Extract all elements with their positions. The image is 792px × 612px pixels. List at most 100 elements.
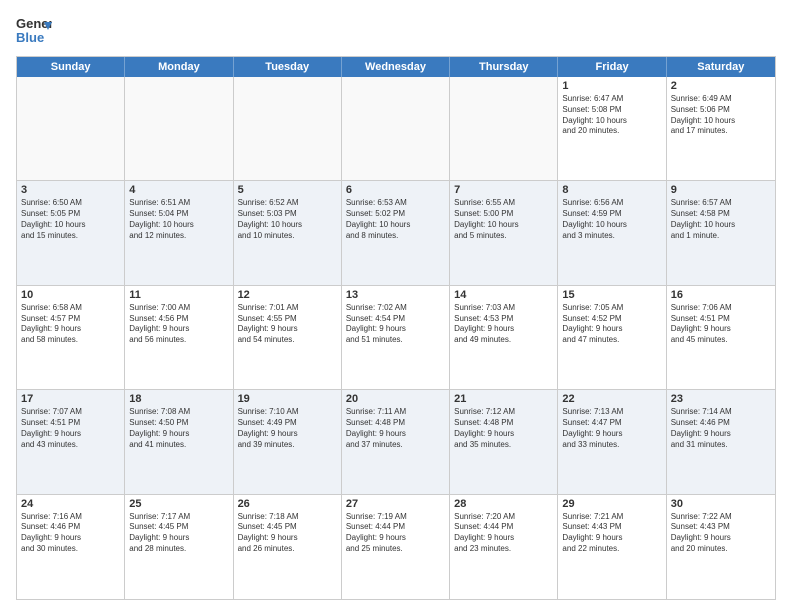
svg-text:Blue: Blue <box>16 30 44 45</box>
day-number: 23 <box>671 393 771 405</box>
day-cell-24: 24 Sunrise: 7:16 AMSunset: 4:46 PMDayligh… <box>17 495 125 599</box>
day-cell-13: 13 Sunrise: 7:02 AMSunset: 4:54 PMDayligh… <box>342 286 450 389</box>
day-cell-9: 9Sunrise: 6:57 AMSunset: 4:58 PMDaylight… <box>667 181 775 284</box>
day-cell-28: 28 Sunrise: 7:20 AMSunset: 4:44 PMDayligh… <box>450 495 558 599</box>
logo-icon: General Blue <box>16 12 52 48</box>
day-number: 13 <box>346 289 445 301</box>
day-number: 24 <box>21 498 120 510</box>
day-number: 22 <box>562 393 661 405</box>
calendar-row-1: 1 Sunrise: 6:47 AMSunset: 5:08 PMDaylight… <box>17 77 775 181</box>
day-info: Sunrise: 7:00 AMSunset: 4:56 PMDaylight:… <box>129 303 228 346</box>
day-cell-10: 10Sunrise: 6:58 AMSunset: 4:57 PMDayligh… <box>17 286 125 389</box>
day-number: 30 <box>671 498 771 510</box>
weekday-header-saturday: Saturday <box>667 57 775 77</box>
day-info: Sunrise: 7:01 AMSunset: 4:55 PMDaylight:… <box>238 303 337 346</box>
day-cell-1: 1 Sunrise: 6:47 AMSunset: 5:08 PMDaylight… <box>558 77 666 180</box>
day-number: 11 <box>129 289 228 301</box>
day-info: Sunrise: 6:55 AMSunset: 5:00 PMDaylight:… <box>454 198 553 241</box>
day-cell-4: 4 Sunrise: 6:51 AMSunset: 5:04 PMDaylight… <box>125 181 233 284</box>
day-info: Sunrise: 7:08 AMSunset: 4:50 PMDaylight:… <box>129 407 228 450</box>
day-cell-18: 18 Sunrise: 7:08 AMSunset: 4:50 PMDayligh… <box>125 390 233 493</box>
day-cell-2: 2Sunrise: 6:49 AMSunset: 5:06 PMDaylight… <box>667 77 775 180</box>
day-number: 8 <box>562 184 661 196</box>
day-cell-15: 15 Sunrise: 7:05 AMSunset: 4:52 PMDayligh… <box>558 286 666 389</box>
calendar-row-4: 17Sunrise: 7:07 AMSunset: 4:51 PMDayligh… <box>17 390 775 494</box>
empty-cell <box>234 77 342 180</box>
day-cell-25: 25Sunrise: 7:17 AMSunset: 4:45 PMDayligh… <box>125 495 233 599</box>
day-number: 14 <box>454 289 553 301</box>
day-cell-29: 29 Sunrise: 7:21 AMSunset: 4:43 PMDayligh… <box>558 495 666 599</box>
day-info: Sunrise: 7:14 AMSunset: 4:46 PMDaylight:… <box>671 407 771 450</box>
day-cell-19: 19 Sunrise: 7:10 AMSunset: 4:49 PMDayligh… <box>234 390 342 493</box>
day-info: Sunrise: 7:21 AMSunset: 4:43 PMDaylight:… <box>562 512 661 555</box>
day-info: Sunrise: 6:53 AMSunset: 5:02 PMDaylight:… <box>346 198 445 241</box>
day-info: Sunrise: 7:12 AMSunset: 4:48 PMDaylight:… <box>454 407 553 450</box>
calendar-header: SundayMondayTuesdayWednesdayThursdayFrid… <box>17 57 775 77</box>
day-number: 18 <box>129 393 228 405</box>
day-cell-11: 11 Sunrise: 7:00 AMSunset: 4:56 PMDayligh… <box>125 286 233 389</box>
day-number: 1 <box>562 80 661 92</box>
calendar-body: 1 Sunrise: 6:47 AMSunset: 5:08 PMDaylight… <box>17 77 775 599</box>
day-info: Sunrise: 6:51 AMSunset: 5:04 PMDaylight:… <box>129 198 228 241</box>
day-cell-12: 12Sunrise: 7:01 AMSunset: 4:55 PMDayligh… <box>234 286 342 389</box>
day-number: 29 <box>562 498 661 510</box>
day-info: Sunrise: 7:07 AMSunset: 4:51 PMDaylight:… <box>21 407 120 450</box>
day-info: Sunrise: 7:22 AMSunset: 4:43 PMDaylight:… <box>671 512 771 555</box>
day-cell-22: 22 Sunrise: 7:13 AMSunset: 4:47 PMDayligh… <box>558 390 666 493</box>
day-info: Sunrise: 7:16 AMSunset: 4:46 PMDaylight:… <box>21 512 120 555</box>
day-info: Sunrise: 7:20 AMSunset: 4:44 PMDaylight:… <box>454 512 553 555</box>
day-info: Sunrise: 6:50 AMSunset: 5:05 PMDaylight:… <box>21 198 120 241</box>
day-cell-27: 27Sunrise: 7:19 AMSunset: 4:44 PMDayligh… <box>342 495 450 599</box>
day-number: 21 <box>454 393 553 405</box>
day-cell-14: 14Sunrise: 7:03 AMSunset: 4:53 PMDayligh… <box>450 286 558 389</box>
day-cell-30: 30 Sunrise: 7:22 AMSunset: 4:43 PMDayligh… <box>667 495 775 599</box>
page: General Blue SundayMondayTuesdayWednesda… <box>0 0 792 612</box>
day-number: 26 <box>238 498 337 510</box>
day-cell-8: 8 Sunrise: 6:56 AMSunset: 4:59 PMDaylight… <box>558 181 666 284</box>
day-info: Sunrise: 7:02 AMSunset: 4:54 PMDaylight:… <box>346 303 445 346</box>
day-info: Sunrise: 6:49 AMSunset: 5:06 PMDaylight:… <box>671 94 771 137</box>
day-info: Sunrise: 7:11 AMSunset: 4:48 PMDaylight:… <box>346 407 445 450</box>
day-number: 15 <box>562 289 661 301</box>
calendar-row-3: 10Sunrise: 6:58 AMSunset: 4:57 PMDayligh… <box>17 286 775 390</box>
empty-cell <box>125 77 233 180</box>
day-info: Sunrise: 7:13 AMSunset: 4:47 PMDaylight:… <box>562 407 661 450</box>
empty-cell <box>450 77 558 180</box>
day-info: Sunrise: 7:18 AMSunset: 4:45 PMDaylight:… <box>238 512 337 555</box>
day-number: 19 <box>238 393 337 405</box>
weekday-header-sunday: Sunday <box>17 57 125 77</box>
calendar-row-2: 3 Sunrise: 6:50 AMSunset: 5:05 PMDaylight… <box>17 181 775 285</box>
day-info: Sunrise: 7:06 AMSunset: 4:51 PMDaylight:… <box>671 303 771 346</box>
weekday-header-friday: Friday <box>558 57 666 77</box>
day-info: Sunrise: 6:58 AMSunset: 4:57 PMDaylight:… <box>21 303 120 346</box>
day-number: 4 <box>129 184 228 196</box>
day-number: 5 <box>238 184 337 196</box>
day-cell-7: 7 Sunrise: 6:55 AMSunset: 5:00 PMDaylight… <box>450 181 558 284</box>
empty-cell <box>17 77 125 180</box>
day-number: 3 <box>21 184 120 196</box>
day-info: Sunrise: 6:52 AMSunset: 5:03 PMDaylight:… <box>238 198 337 241</box>
day-number: 6 <box>346 184 445 196</box>
day-info: Sunrise: 7:17 AMSunset: 4:45 PMDaylight:… <box>129 512 228 555</box>
day-info: Sunrise: 6:56 AMSunset: 4:59 PMDaylight:… <box>562 198 661 241</box>
day-cell-16: 16 Sunrise: 7:06 AMSunset: 4:51 PMDayligh… <box>667 286 775 389</box>
day-number: 16 <box>671 289 771 301</box>
weekday-header-wednesday: Wednesday <box>342 57 450 77</box>
weekday-header-thursday: Thursday <box>450 57 558 77</box>
day-number: 28 <box>454 498 553 510</box>
day-number: 7 <box>454 184 553 196</box>
day-number: 20 <box>346 393 445 405</box>
day-info: Sunrise: 7:05 AMSunset: 4:52 PMDaylight:… <box>562 303 661 346</box>
weekday-header-monday: Monday <box>125 57 233 77</box>
day-info: Sunrise: 7:19 AMSunset: 4:44 PMDaylight:… <box>346 512 445 555</box>
day-cell-5: 5 Sunrise: 6:52 AMSunset: 5:03 PMDaylight… <box>234 181 342 284</box>
calendar: SundayMondayTuesdayWednesdayThursdayFrid… <box>16 56 776 600</box>
day-cell-23: 23 Sunrise: 7:14 AMSunset: 4:46 PMDayligh… <box>667 390 775 493</box>
day-cell-3: 3 Sunrise: 6:50 AMSunset: 5:05 PMDaylight… <box>17 181 125 284</box>
empty-cell <box>342 77 450 180</box>
logo: General Blue <box>16 12 52 48</box>
day-cell-21: 21 Sunrise: 7:12 AMSunset: 4:48 PMDayligh… <box>450 390 558 493</box>
day-info: Sunrise: 7:10 AMSunset: 4:49 PMDaylight:… <box>238 407 337 450</box>
day-info: Sunrise: 6:47 AMSunset: 5:08 PMDaylight:… <box>562 94 661 137</box>
day-cell-20: 20 Sunrise: 7:11 AMSunset: 4:48 PMDayligh… <box>342 390 450 493</box>
